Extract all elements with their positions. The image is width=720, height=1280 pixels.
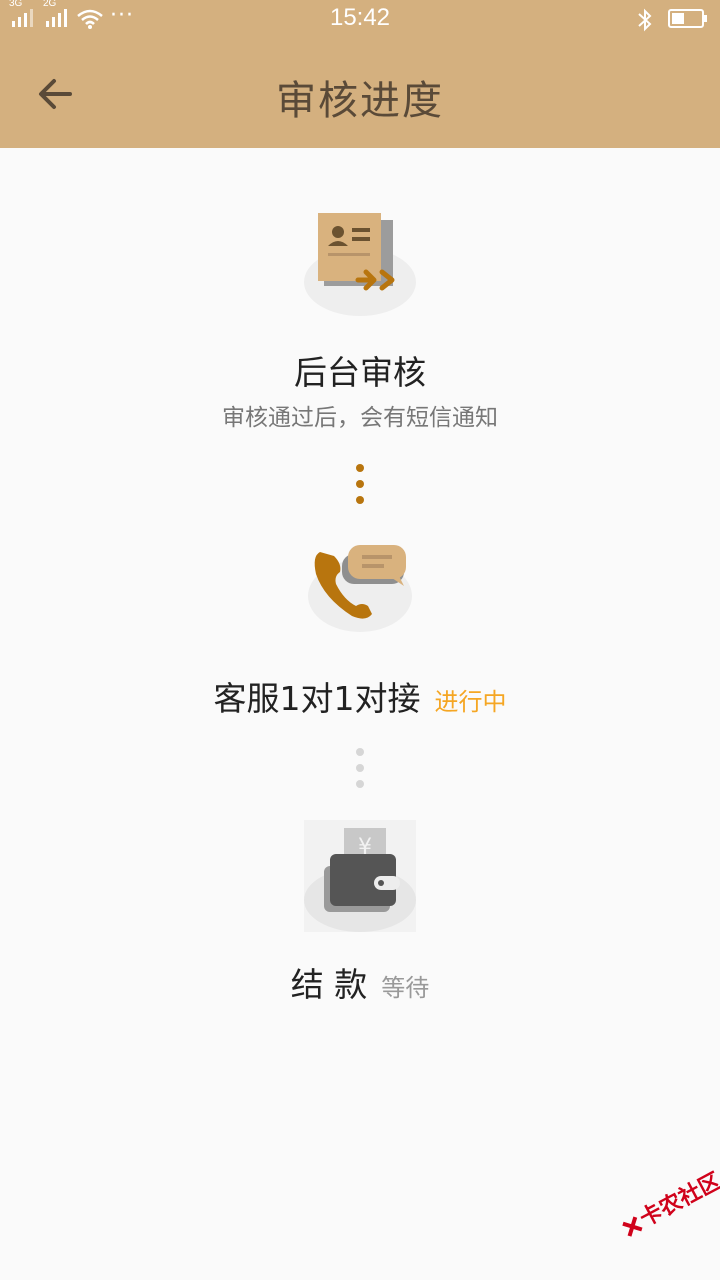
progress-dot — [356, 748, 364, 756]
progress-dot — [356, 480, 364, 488]
progress-dot — [356, 464, 364, 472]
status-bar: 3G 2G ··· 15:42 — [0, 0, 720, 40]
phone-chat-icon — [308, 545, 412, 632]
progress-dot — [356, 764, 364, 772]
battery-icon — [668, 9, 707, 28]
progress-dot — [356, 496, 364, 504]
bluetooth-icon — [638, 8, 652, 32]
clock: 15:42 — [329, 4, 391, 31]
progress-dot — [356, 780, 364, 788]
step-row-customer-service: 客服1对1对接 进行中 — [0, 672, 720, 720]
watermark-text: 卡农社区 — [636, 1168, 720, 1233]
step-title-review: 后台审核 — [294, 353, 426, 392]
status-badge-waiting: 等待 — [381, 974, 430, 1002]
status-badge-in-progress: 进行中 — [434, 688, 507, 716]
step-description-review: 审核通过后，会有短信通知 — [222, 405, 498, 431]
page-title: 审核进度 — [276, 78, 444, 124]
id-card-document-icon — [304, 213, 416, 316]
step-row-settlement: 结 款等待 — [0, 958, 720, 1006]
step-title-settlement: 结 款 — [290, 965, 368, 1004]
wallet-icon: ¥ — [304, 820, 416, 932]
step-title-customer-service: 客服1对1对接 — [213, 679, 421, 718]
watermark-logo: 卡农社区 — [614, 1168, 720, 1268]
app-header: 审核进度 — [0, 40, 720, 148]
